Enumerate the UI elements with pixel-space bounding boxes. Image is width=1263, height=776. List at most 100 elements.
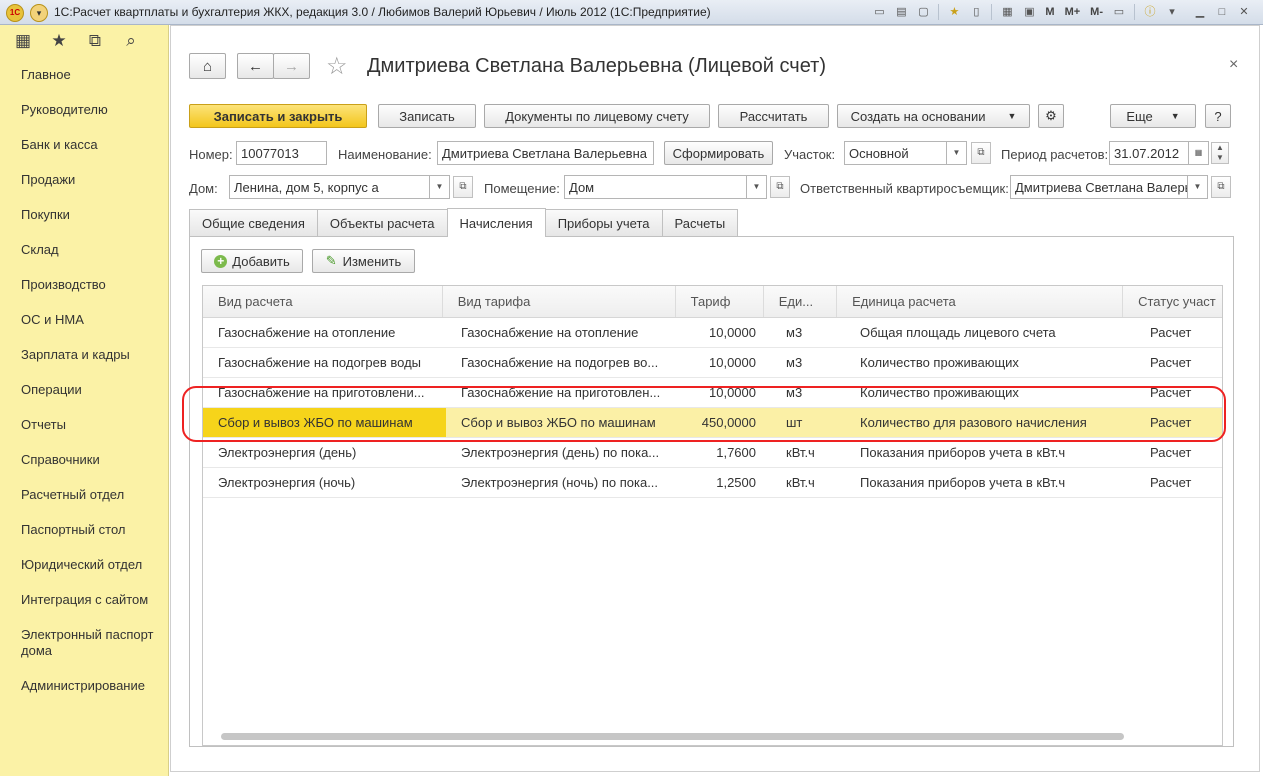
home-button[interactable]: ⌂ (189, 53, 226, 79)
sidebar-item-sales[interactable]: Продажи (0, 162, 168, 197)
save-and-close-button[interactable]: Записать и закрыть (189, 104, 367, 128)
sidebar-item-billing[interactable]: Расчетный отдел (0, 477, 168, 512)
column-header[interactable]: Статус участ (1123, 286, 1222, 317)
sidebar-item-purchases[interactable]: Покупки (0, 197, 168, 232)
tab-accruals[interactable]: Начисления (446, 208, 546, 237)
tab-meters[interactable]: Приборы учета (544, 209, 663, 236)
edit-label: Изменить (342, 253, 402, 269)
help-button[interactable]: ? (1205, 104, 1231, 128)
edit-button[interactable]: ✎ Изменить (312, 249, 415, 273)
sidebar-item-directories[interactable]: Справочники (0, 442, 168, 477)
close-form-icon[interactable]: × (1229, 56, 1238, 74)
sidebar-item-legal[interactable]: Юридический отдел (0, 547, 168, 582)
document-icon[interactable]: ▯ (967, 3, 985, 21)
tab-general[interactable]: Общие сведения (189, 209, 318, 236)
info-dropdown-icon[interactable]: ▾ (1163, 3, 1181, 21)
tenant-dropdown-icon[interactable]: ▼ (1188, 175, 1208, 199)
sidebar-item-manager[interactable]: Руководителю (0, 92, 168, 127)
search-icon[interactable]: ⌕ (120, 31, 142, 51)
table-row[interactable]: Газоснабжение на подогрев воды Газоснабж… (203, 348, 1222, 378)
memory-button[interactable]: M (1042, 3, 1057, 21)
column-header[interactable]: Единица расчета (837, 286, 1124, 317)
room-field[interactable]: Дом (564, 175, 747, 199)
sidebar-item-house-passport[interactable]: Электронный паспорт дома (0, 617, 168, 668)
tenant-open-icon[interactable]: ⧉ (1211, 176, 1231, 198)
period-field[interactable]: 31.07.2012 (1109, 141, 1189, 165)
house-label: Дом: (189, 181, 218, 196)
table-row[interactable]: Электроэнергия (день) Электроэнергия (де… (203, 438, 1222, 468)
section-open-icon[interactable]: ⧉ (971, 142, 991, 164)
house-field[interactable]: Ленина, дом 5, корпус а (229, 175, 430, 199)
number-field[interactable]: 10077013 (236, 141, 327, 165)
period-label: Период расчетов: (1001, 147, 1109, 162)
generate-button[interactable]: Сформировать (664, 141, 773, 165)
favorites-icon[interactable]: ★ (48, 31, 70, 51)
favorite-star-icon[interactable]: ☆ (326, 52, 348, 81)
column-header[interactable]: Еди... (764, 286, 838, 317)
table-row[interactable]: Газоснабжение на приготовлени... Газосна… (203, 378, 1222, 408)
section-dropdown-icon[interactable]: ▼ (947, 141, 967, 165)
calculator-icon[interactable]: ▦ (998, 3, 1016, 21)
cell-calc-type: Газоснабжение на подогрев воды (218, 355, 422, 370)
column-header[interactable]: Тариф (676, 286, 764, 317)
tab-calculations[interactable]: Расчеты (661, 209, 739, 236)
calculate-button[interactable]: Рассчитать (718, 104, 829, 128)
room-dropdown-icon[interactable]: ▼ (747, 175, 767, 199)
back-button[interactable]: ← (237, 53, 274, 79)
table-row-selected[interactable]: Сбор и вывоз ЖБО по машинам Сбор и вывоз… (203, 408, 1222, 438)
name-field[interactable]: Дмитриева Светлана Валерьевна (437, 141, 654, 165)
add-button[interactable]: + Добавить (201, 249, 303, 273)
room-open-icon[interactable]: ⧉ (770, 176, 790, 198)
table-row[interactable]: Электроэнергия (ночь) Электроэнергия (но… (203, 468, 1222, 498)
create-based-on-button[interactable]: Создать на основании ▼ (837, 104, 1030, 128)
print-icon[interactable]: ▤ (892, 3, 910, 21)
close-window-icon[interactable]: ✕ (1235, 3, 1253, 21)
column-header[interactable]: Вид тарифа (443, 286, 676, 317)
sidebar-item-bank[interactable]: Банк и касса (0, 127, 168, 162)
sidebar-item-reports[interactable]: Отчеты (0, 407, 168, 442)
house-dropdown-icon[interactable]: ▼ (430, 175, 450, 199)
sidebar-item-main[interactable]: Главное (0, 57, 168, 92)
sidebar-item-admin[interactable]: Администрирование (0, 668, 168, 703)
more-button[interactable]: Еще ▼ (1110, 104, 1196, 128)
room-label: Помещение: (484, 181, 560, 196)
favorites-star-icon[interactable]: ★ (945, 3, 963, 21)
house-open-icon[interactable]: ⧉ (453, 176, 473, 198)
table-row[interactable]: Газоснабжение на отопление Газоснабжение… (203, 318, 1222, 348)
info-icon[interactable]: ⓘ (1141, 3, 1159, 21)
arrow-right-icon: → (284, 57, 299, 75)
memory-plus-button[interactable]: M+ (1062, 3, 1084, 21)
history-icon[interactable]: ⧉ (84, 31, 106, 51)
documents-button[interactable]: Документы по лицевому счету (484, 104, 710, 128)
restore-icon[interactable]: ▭ (1110, 3, 1128, 21)
minimize-icon[interactable]: ▁ (1191, 3, 1209, 21)
horizontal-scrollbar[interactable] (221, 733, 1124, 740)
window-titlebar: 1С ▾ 1С:Расчет квартплаты и бухгалтерия … (0, 0, 1263, 25)
sidebar-item-warehouse[interactable]: Склад (0, 232, 168, 267)
memory-minus-button[interactable]: M- (1087, 3, 1106, 21)
section-field[interactable]: Основной (844, 141, 947, 165)
sidebar-item-production[interactable]: Производство (0, 267, 168, 302)
sidebar-item-assets[interactable]: ОС и НМА (0, 302, 168, 337)
tab-calc-objects[interactable]: Объекты расчета (316, 209, 448, 236)
tenant-field[interactable]: Дмитриева Светлана Валерь (1010, 175, 1188, 199)
column-header[interactable]: Вид расчета (203, 286, 443, 317)
settings-icon[interactable]: ⚙ (1038, 104, 1064, 128)
sidebar-item-salary[interactable]: Зарплата и кадры (0, 337, 168, 372)
toolbar-separator (1134, 4, 1135, 20)
calendar-icon[interactable]: ▣ (1020, 3, 1038, 21)
preview-icon[interactable]: ▢ (914, 3, 932, 21)
save-icon[interactable]: ▭ (870, 3, 888, 21)
calendar-icon[interactable]: ▦ (1189, 141, 1209, 165)
apps-grid-icon[interactable]: ▦ (12, 31, 34, 51)
app-logo-icon: 1С (6, 4, 24, 22)
app-menu-icon[interactable]: ▾ (30, 4, 48, 22)
save-button[interactable]: Записать (378, 104, 476, 128)
forward-button[interactable]: → (273, 53, 310, 79)
cell-calc-unit: Общая площадь лицевого счета (860, 325, 1056, 340)
sidebar-item-passport[interactable]: Паспортный стол (0, 512, 168, 547)
period-spin-icon[interactable]: ▲ ▼ (1211, 142, 1229, 164)
maximize-icon[interactable]: □ (1213, 3, 1231, 21)
sidebar-item-operations[interactable]: Операции (0, 372, 168, 407)
sidebar-item-integration[interactable]: Интеграция с сайтом (0, 582, 168, 617)
